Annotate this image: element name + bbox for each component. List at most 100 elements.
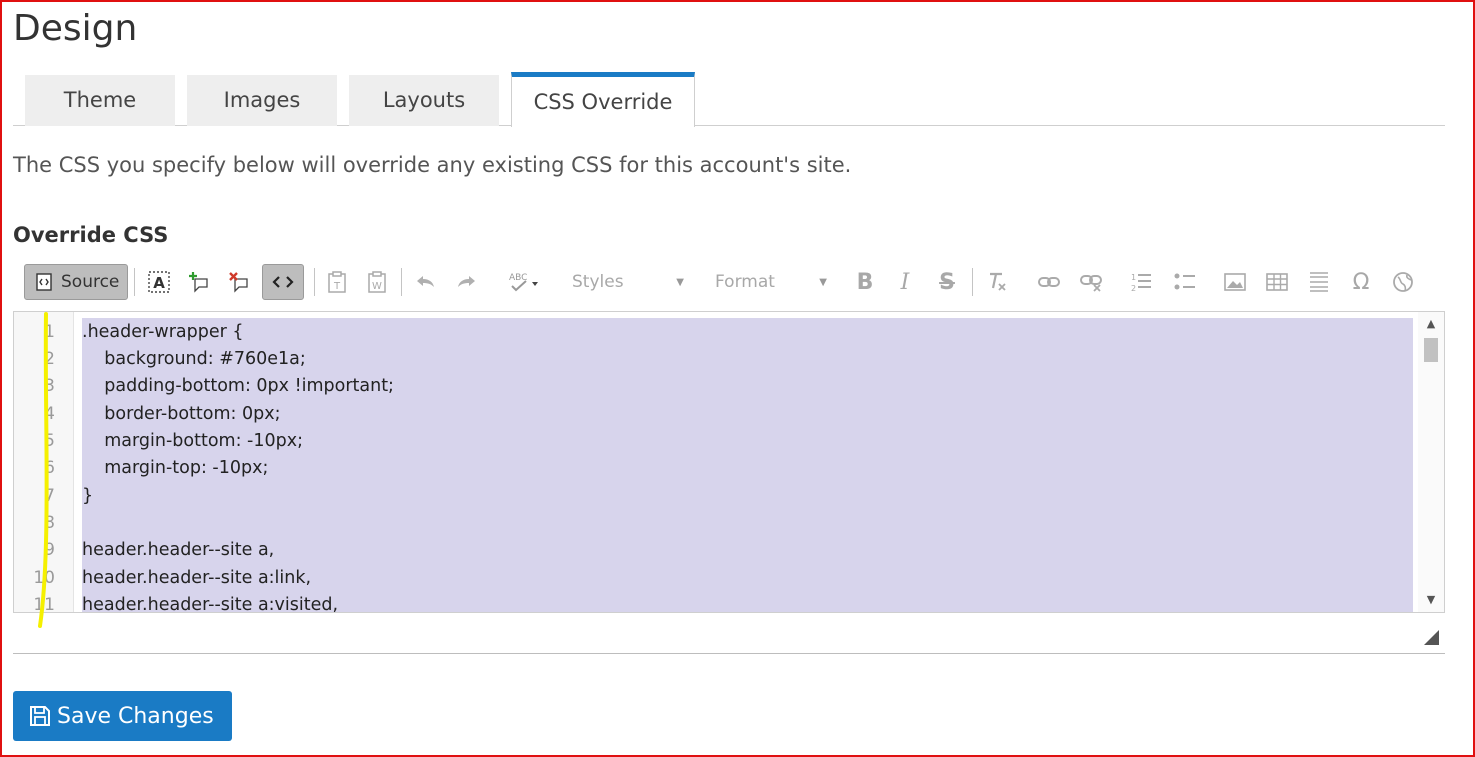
strikethrough-button[interactable]: S [930, 264, 964, 300]
code-line: .header-wrapper { [82, 322, 244, 342]
tab-theme[interactable]: Theme [25, 75, 175, 126]
image-button[interactable] [1218, 264, 1252, 300]
bold-button[interactable]: B [848, 264, 882, 300]
code-line: header.header--site a, [82, 540, 275, 560]
resize-handle[interactable] [1424, 630, 1439, 645]
scroll-up-arrow-icon[interactable]: ▲ [1418, 314, 1444, 334]
unlink-icon [1079, 272, 1103, 292]
tab-css-override[interactable]: CSS Override [511, 72, 695, 127]
chevron-down-icon: ▼ [819, 276, 827, 288]
scroll-down-arrow-icon[interactable]: ▼ [1418, 590, 1444, 610]
editor-divider [13, 653, 1445, 654]
code-line: background: #760e1a; [82, 349, 306, 369]
iframe-button[interactable] [1386, 264, 1420, 300]
tab-bar: Theme Images Layouts CSS Override [13, 72, 1445, 127]
bulleted-list-icon [1173, 271, 1197, 293]
svg-text:A: A [153, 274, 165, 292]
page-description: The CSS you specify below will override … [13, 153, 852, 177]
line-number: 2 [44, 349, 55, 369]
link-button[interactable] [1032, 264, 1066, 300]
italic-button[interactable]: I [888, 264, 922, 300]
toolbar-separator [314, 268, 315, 296]
line-number: 5 [44, 431, 55, 451]
bold-icon: B [856, 269, 874, 295]
remove-format-button[interactable] [980, 264, 1014, 300]
code-line: border-bottom: 0px; [82, 404, 281, 424]
floppy-disk-icon [29, 705, 51, 727]
code-snippet-button[interactable] [262, 264, 304, 300]
paste-word-icon: W [366, 270, 388, 294]
select-all-icon: A [147, 270, 171, 294]
code-line: margin-bottom: -10px; [82, 431, 303, 451]
styles-dropdown[interactable]: Styles ▼ [572, 264, 684, 300]
code-line: } [82, 486, 94, 506]
chevron-down-icon: ▼ [676, 276, 684, 288]
svg-text:2: 2 [1131, 284, 1136, 293]
unlink-button[interactable] [1074, 264, 1108, 300]
css-code-editor[interactable]: 1 2 3 4 5 6 7 8 9 10 11 .header-wrapper … [13, 311, 1445, 613]
horizontal-rule-button[interactable] [1302, 264, 1336, 300]
table-button[interactable] [1260, 264, 1294, 300]
insert-block-button[interactable] [182, 264, 216, 300]
remove-format-icon [985, 270, 1009, 294]
svg-text:W: W [372, 281, 382, 292]
save-changes-label: Save Changes [57, 703, 214, 729]
line-number: 3 [44, 376, 55, 396]
code-line: padding-bottom: 0px !important; [82, 376, 394, 396]
line-number: 9 [44, 540, 55, 560]
special-character-button[interactable]: Ω [1344, 264, 1378, 300]
comment-remove-icon [227, 270, 251, 294]
code-line: header.header--site a:link, [82, 568, 312, 588]
toolbar-separator [972, 268, 973, 296]
remove-block-button[interactable] [222, 264, 256, 300]
strikethrough-icon: S [939, 269, 955, 295]
paste-text-icon: T [326, 270, 348, 294]
svg-text:1: 1 [1131, 273, 1136, 282]
paste-word-button[interactable]: W [360, 264, 394, 300]
italic-icon: I [900, 269, 910, 295]
page-title: Design [13, 8, 138, 49]
editor-scrollbar[interactable]: ▲ ▼ [1418, 312, 1444, 612]
tab-layouts[interactable]: Layouts [349, 75, 499, 126]
styles-label: Styles [572, 272, 624, 292]
comment-add-icon [187, 270, 211, 294]
svg-text:T: T [333, 281, 341, 292]
line-number: 4 [44, 404, 55, 424]
override-css-label: Override CSS [13, 223, 169, 247]
redo-icon [455, 272, 479, 292]
spell-check-icon: ABC [506, 270, 542, 294]
scroll-thumb[interactable] [1424, 338, 1438, 362]
spell-check-button[interactable]: ABC [502, 264, 546, 300]
select-all-button[interactable]: A [142, 264, 176, 300]
tab-images[interactable]: Images [187, 75, 337, 126]
line-number-gutter: 1 2 3 4 5 6 7 8 9 10 11 [14, 312, 74, 612]
source-button[interactable]: Source [24, 264, 128, 300]
line-number: 11 [33, 595, 55, 613]
numbered-list-button[interactable]: 12 [1124, 264, 1158, 300]
globe-icon [1392, 271, 1414, 293]
link-icon [1037, 274, 1061, 290]
paste-text-button[interactable]: T [320, 264, 354, 300]
save-changes-button[interactable]: Save Changes [13, 691, 232, 741]
bulleted-list-button[interactable] [1168, 264, 1202, 300]
editor-toolbar: Source A T W ABC Styles ▼ Format ▼ B I S… [24, 262, 1424, 302]
image-icon [1223, 271, 1247, 293]
source-icon [35, 273, 53, 291]
code-line: margin-top: -10px; [82, 458, 269, 478]
line-number: 7 [44, 486, 55, 506]
line-number: 1 [44, 322, 55, 342]
format-label: Format [715, 272, 775, 292]
redo-button[interactable] [450, 264, 484, 300]
omega-icon: Ω [1352, 269, 1370, 295]
numbered-list-icon: 12 [1129, 271, 1153, 293]
format-dropdown[interactable]: Format ▼ [715, 264, 827, 300]
source-label: Source [61, 272, 120, 292]
table-icon [1265, 271, 1289, 293]
horizontal-rule-icon [1307, 270, 1331, 294]
undo-icon [413, 272, 437, 292]
toolbar-separator [134, 268, 135, 296]
undo-button[interactable] [408, 264, 442, 300]
code-selection[interactable]: .header-wrapper { background: #760e1a; p… [82, 318, 1413, 612]
line-number: 6 [44, 458, 55, 478]
line-number: 8 [44, 513, 55, 533]
